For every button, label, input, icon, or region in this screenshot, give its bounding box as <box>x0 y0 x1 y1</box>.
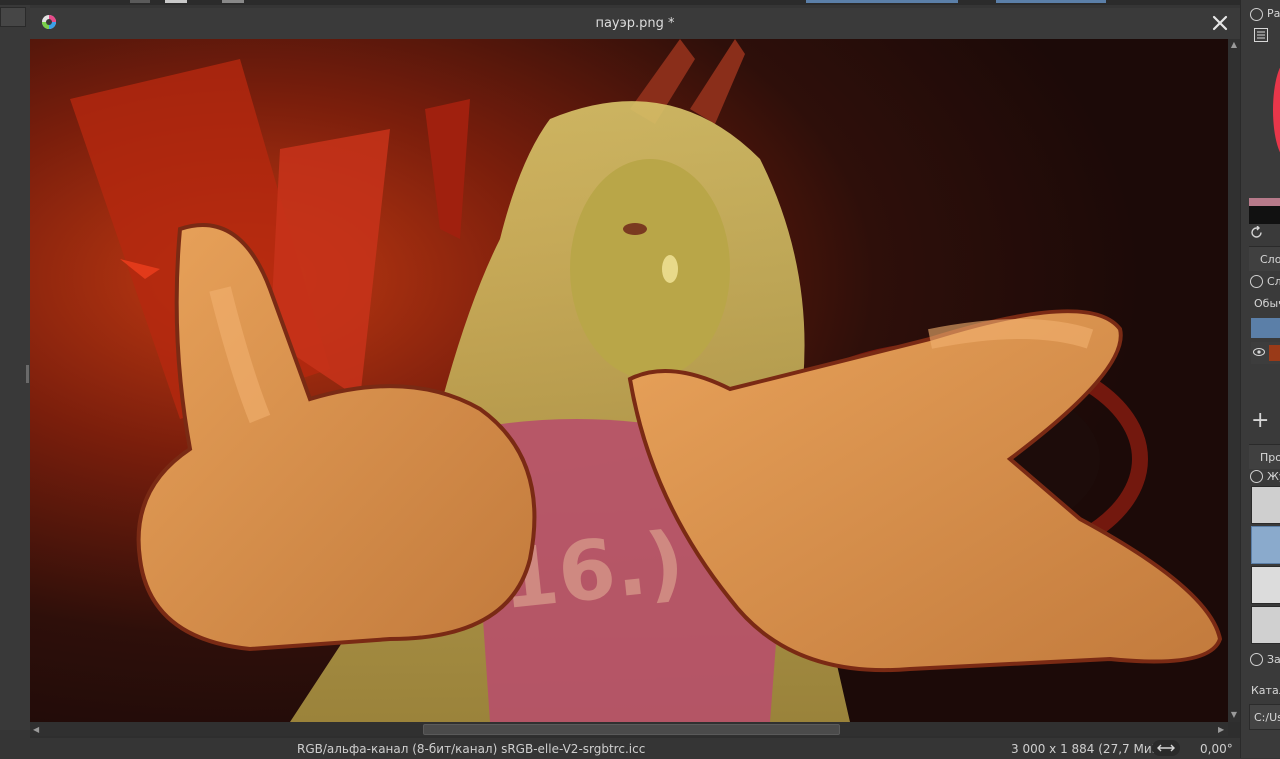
toolbar-slider-a[interactable] <box>806 0 958 3</box>
bottom-lock-icon[interactable] <box>1250 653 1263 666</box>
rotation-icon[interactable] <box>1152 740 1180 756</box>
rotation-angle-value[interactable]: 0,00° <box>1200 742 1233 756</box>
vertical-scrollbar[interactable]: ▲ ▼ <box>1228 39 1240 722</box>
horizontal-scroll-thumb[interactable] <box>423 724 840 735</box>
palette-docker-title: Ра <box>1267 7 1280 20</box>
canvas-area[interactable]: 16.) <box>30 39 1228 722</box>
color-space-label: RGB/альфа-канал (8-бит/канал) sRGB-elle-… <box>297 742 646 756</box>
top-toolbar-strip <box>0 0 1240 5</box>
tab-layers[interactable]: Сло <box>1249 246 1280 271</box>
layers-docker-title: Сл <box>1267 275 1280 288</box>
color-gradient-bar[interactable] <box>1249 198 1280 206</box>
tab-presets[interactable]: Про <box>1249 444 1280 469</box>
brush-preset-2[interactable] <box>1251 526 1280 564</box>
brush-preset-3[interactable] <box>1251 566 1280 604</box>
left-dock-tab[interactable] <box>0 7 26 27</box>
list-view-icon[interactable] <box>1254 28 1268 42</box>
toolbar-button-b[interactable] <box>165 0 187 3</box>
document-title: пауэр.png * <box>595 16 675 31</box>
scroll-down-icon[interactable]: ▼ <box>1230 711 1238 719</box>
layer-row[interactable] <box>1251 342 1280 364</box>
layer-row-selected[interactable] <box>1251 318 1280 338</box>
toolbar-button-c[interactable] <box>222 0 244 3</box>
add-layer-button[interactable]: + <box>1251 408 1269 433</box>
catalog-label: Катало <box>1251 684 1280 697</box>
status-bar: RGB/альфа-канал (8-бит/канал) sRGB-elle-… <box>0 738 1240 758</box>
eye-icon[interactable] <box>1253 347 1265 357</box>
scroll-left-icon[interactable]: ◀ <box>33 725 39 734</box>
horizontal-scrollbar[interactable]: ◀ ▶ <box>30 722 1228 736</box>
bottom-docker-title: За <box>1267 653 1280 666</box>
right-dock-panel: Ра Сло Сл Обыч + Про Жу За Катало C:/Us <box>1240 0 1280 758</box>
layer-thumbnail <box>1269 345 1280 361</box>
brush-preset-4[interactable] <box>1251 606 1280 644</box>
left-dock-handle[interactable] <box>26 365 29 383</box>
blend-mode-select[interactable]: Обыч <box>1254 297 1280 310</box>
path-field[interactable]: C:/Us <box>1249 704 1280 730</box>
artwork: 16.) <box>30 39 1228 722</box>
scroll-right-icon[interactable]: ▶ <box>1218 725 1224 734</box>
lock-icon[interactable] <box>1250 8 1263 21</box>
layers-lock-icon[interactable] <box>1250 275 1263 288</box>
refresh-icon[interactable] <box>1250 226 1263 239</box>
toolbar-slider-b[interactable] <box>996 0 1106 3</box>
document-window: пауэр.png * 16.) ▲ ▼ ◀ ▶ <box>30 8 1240 738</box>
brushes-lock-icon[interactable] <box>1250 470 1263 483</box>
image-dimensions-label[interactable]: 3 000 x 1 884 (27,7 МиБ) <box>1011 742 1165 756</box>
left-dock-gutter <box>0 5 30 730</box>
brush-preset-1[interactable] <box>1251 486 1280 524</box>
color-history-bar[interactable] <box>1249 206 1280 224</box>
color-wheel[interactable] <box>1273 60 1280 160</box>
close-icon[interactable] <box>1209 12 1231 34</box>
document-titlebar: пауэр.png * <box>30 8 1240 39</box>
brushes-docker-title: Жу <box>1267 470 1280 483</box>
toolbar-button-a[interactable] <box>130 0 150 3</box>
scroll-up-icon[interactable]: ▲ <box>1230 41 1238 49</box>
